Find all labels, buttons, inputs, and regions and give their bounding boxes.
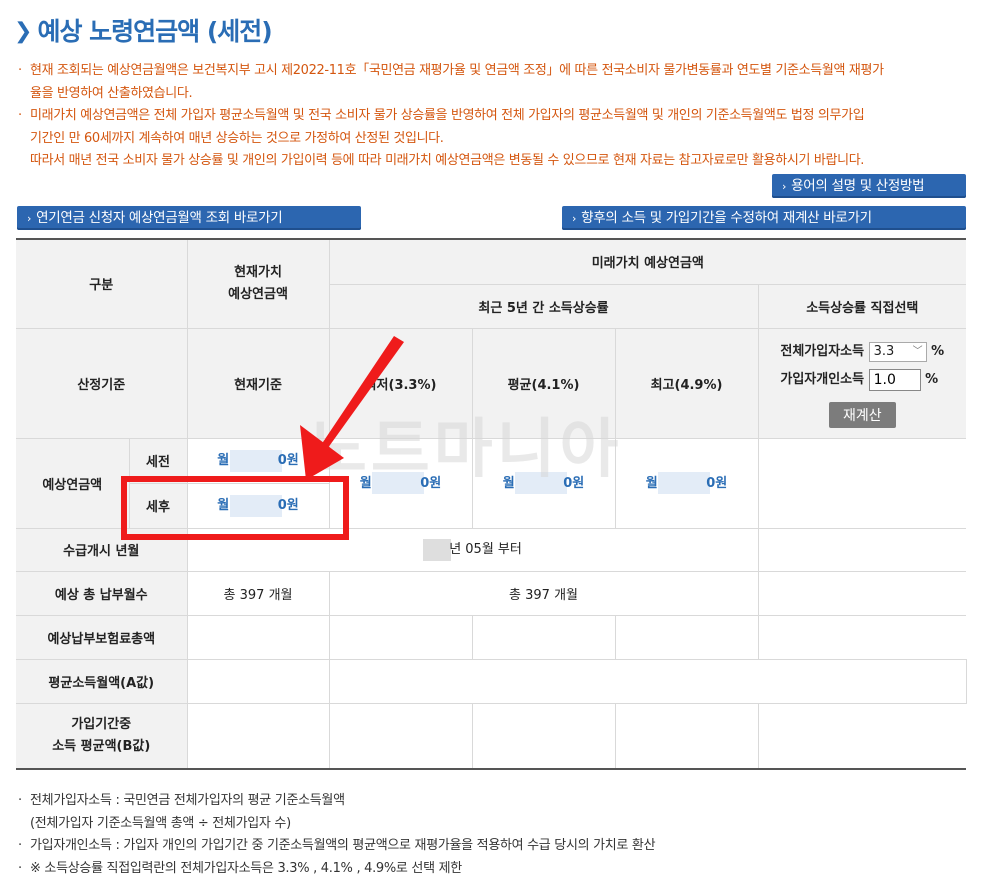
blurred-value xyxy=(515,472,568,495)
row-months-label: 예상 총 납부월수 xyxy=(16,570,188,616)
notice-line: 미래가치 예상연금액은 전체 가입자 평균소득월액 및 전국 소비자 물가 상승… xyxy=(18,105,976,128)
header-recent-5-years: 최근 5년 간 소득상승률 xyxy=(329,283,759,329)
row-period-income-b-label: 가입기간중 소득 평균액(B값) xyxy=(16,702,188,770)
recalculate-button[interactable]: 재계산 xyxy=(828,402,896,428)
row-basis-label: 산정기준 xyxy=(16,327,188,439)
footer-line: 가입자개인소득 : 가입자 개인의 가입기간 중 기준소득월액의 평균액으로 재… xyxy=(18,835,656,858)
total-income-select[interactable]: 3.3 ﹀ xyxy=(868,341,927,362)
blurred-value xyxy=(372,472,425,495)
personal-income-label: 가입자개인소득 xyxy=(780,372,865,387)
terms-explanation-button[interactable]: › 용어의 설명 및 산정방법 xyxy=(772,174,966,198)
low-expected-value: 월 0원 xyxy=(328,437,473,529)
header-direct-select: 소득상승률 직접선택 xyxy=(757,283,967,329)
header-present-value: 현재가치 예상연금액 xyxy=(186,238,330,329)
recalculate-link-button[interactable]: › 향후의 소득 및 가입기간을 수정하여 재계산 바로가기 xyxy=(562,206,966,230)
notice-line: 현재 조회되는 예상연금월액은 보건복지부 고시 제2022-11호「국민연금 … xyxy=(18,60,976,83)
highlight-box xyxy=(121,476,349,540)
months-present: 총 397 개월 xyxy=(186,570,330,616)
notice-line: 기간인 만 60세까지 계속하여 매년 상승하는 것으로 가정하여 산정된 것입… xyxy=(30,130,444,146)
page-title: ❯ 예상 노령연금액 (세전) xyxy=(14,17,273,46)
header-future-value: 미래가치 예상연금액 xyxy=(328,238,967,285)
row-avg-income-a-label: 평균소득월액(A값) xyxy=(16,658,188,704)
chevron-right-icon: › xyxy=(27,212,32,225)
footer-line: (전체가입자 기준소득월액 총액 ÷ 전체가입자 수) xyxy=(30,815,291,831)
chevron-right-icon: ❯ xyxy=(14,19,32,44)
chevron-right-icon: › xyxy=(572,212,577,225)
direct-select-cell: 전체가입자소득 3.3 ﹀ % 가입자개인소득 1.0 % 재계산 xyxy=(757,327,967,439)
notice-text: 현재 조회되는 예상연금월액은 보건복지부 고시 제2022-11호「국민연금 … xyxy=(18,60,976,173)
basis-avg: 평균(4.1%) xyxy=(471,327,616,439)
header-category: 구분 xyxy=(16,238,188,329)
months-future: 총 397 개월 xyxy=(328,570,759,616)
footer-line: ※ 소득상승률 직접입력란의 전체가입자소득은 3.3% , 4.1% , 4.… xyxy=(18,858,655,881)
blurred-value xyxy=(229,449,282,472)
personal-income-input[interactable]: 1.0 xyxy=(868,368,921,391)
row-expected-label: 예상연금액 xyxy=(16,437,130,529)
blurred-value xyxy=(423,538,452,561)
chevron-right-icon: › xyxy=(782,180,787,193)
chevron-down-icon: ﹀ xyxy=(912,345,923,357)
deferred-pension-link-button[interactable]: › 연기연금 신청자 예상연금월액 조회 바로가기 xyxy=(17,206,361,230)
notice-line: 율을 반영하여 산출하였습니다. xyxy=(30,85,193,101)
direct-expected-value xyxy=(757,437,967,529)
footer-line: 전체가입자소득 : 국민연금 전체가입자의 평균 기준소득월액 xyxy=(18,790,655,813)
basis-low: 최저(3.3%) xyxy=(328,327,473,439)
footer-notes: 전체가입자소득 : 국민연금 전체가입자의 평균 기준소득월액 (전체가입자 기… xyxy=(18,790,656,881)
basis-present: 현재기준 xyxy=(186,327,330,439)
total-income-label: 전체가입자소득 xyxy=(780,344,865,359)
basis-high: 최고(4.9%) xyxy=(614,327,759,439)
high-expected-value: 월 0원 xyxy=(614,437,759,529)
row-total-premium-label: 예상납부보험료총액 xyxy=(16,614,188,660)
avg-expected-value: 월 0원 xyxy=(471,437,616,529)
blurred-value xyxy=(658,472,711,495)
notice-line: 따라서 매년 전국 소비자 물가 상승률 및 개인의 가입이력 등에 따라 미래… xyxy=(30,153,865,168)
